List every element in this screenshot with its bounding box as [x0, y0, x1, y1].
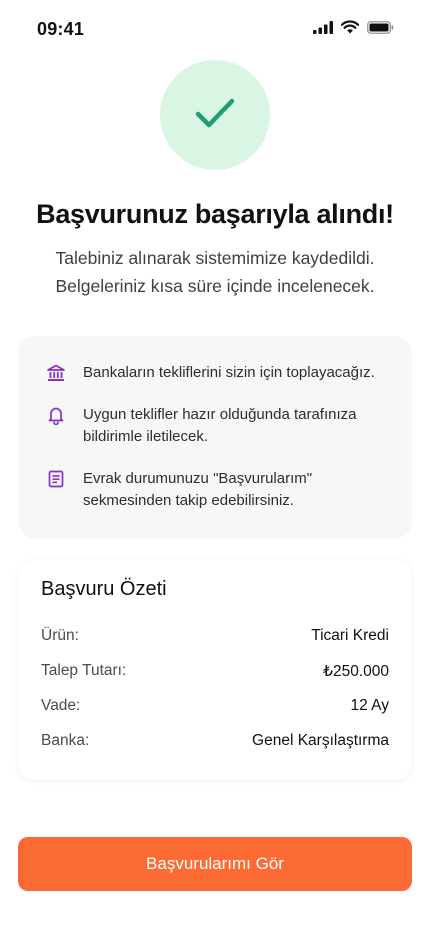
status-icons [313, 20, 394, 34]
summary-label: Talep Tutarı: [41, 662, 127, 679]
summary-label: Vade: [41, 697, 81, 714]
summary-row-bank: Banka: Genel Karşılaştırma [41, 732, 389, 750]
info-item-text: Evrak durumunuzu "Başvurularım" sekmesin… [83, 470, 313, 509]
summary-title: Başvuru Özeti [41, 578, 167, 600]
status-bar: 09:41 [0, 0, 430, 60]
checkmark-icon [193, 91, 237, 140]
document-icon [46, 469, 66, 489]
success-circle [160, 60, 270, 170]
subtitle-line-1: Talebiniz alınarak sistemimize kaydedild… [55, 248, 375, 268]
battery-icon [367, 20, 394, 34]
page-subtitle: Talebiniz alınarak sistemimize kaydedild… [0, 244, 430, 300]
summary-value: Ticari Kredi [311, 627, 389, 644]
summary-card: Başvuru Özeti Ürün: Ticari Kredi Talep T… [18, 560, 412, 780]
summary-row-term: Vade: 12 Ay [41, 697, 389, 715]
bank-icon [46, 363, 66, 383]
summary-row-product: Ürün: Ticari Kredi [41, 627, 389, 645]
info-item-text: Uygun teklifler hazır olduğunda tarafını… [83, 406, 357, 445]
summary-value: Genel Karşılaştırma [252, 732, 389, 749]
wifi-icon [341, 20, 359, 34]
info-item-text: Bankaların tekliflerini sizin için topla… [83, 364, 375, 381]
summary-value: ₺250.000 [323, 663, 389, 680]
view-applications-button[interactable]: Başvurularımı Gör [18, 837, 412, 891]
cellular-signal-icon [313, 20, 333, 34]
subtitle-line-2: Belgeleriniz kısa süre içinde incelenece… [55, 276, 375, 296]
info-item-notification: Uygun teklifler hazır olduğunda tarafını… [46, 404, 393, 448]
summary-label: Ürün: [41, 627, 79, 644]
info-item-documents: Evrak durumunuzu "Başvurularım" sekmesin… [46, 468, 393, 512]
bell-icon [46, 405, 66, 426]
info-item-bank: Bankaların tekliflerini sizin için topla… [46, 362, 393, 384]
info-card: Bankaların tekliflerini sizin için topla… [18, 336, 412, 539]
status-time: 09:41 [37, 19, 85, 39]
summary-value: 12 Ay [350, 697, 389, 714]
summary-label: Banka: [41, 732, 90, 749]
summary-row-amount: Talep Tutarı: ₺250.000 [41, 662, 389, 681]
page-title: Başvurunuz başarıyla alındı! [36, 199, 394, 229]
